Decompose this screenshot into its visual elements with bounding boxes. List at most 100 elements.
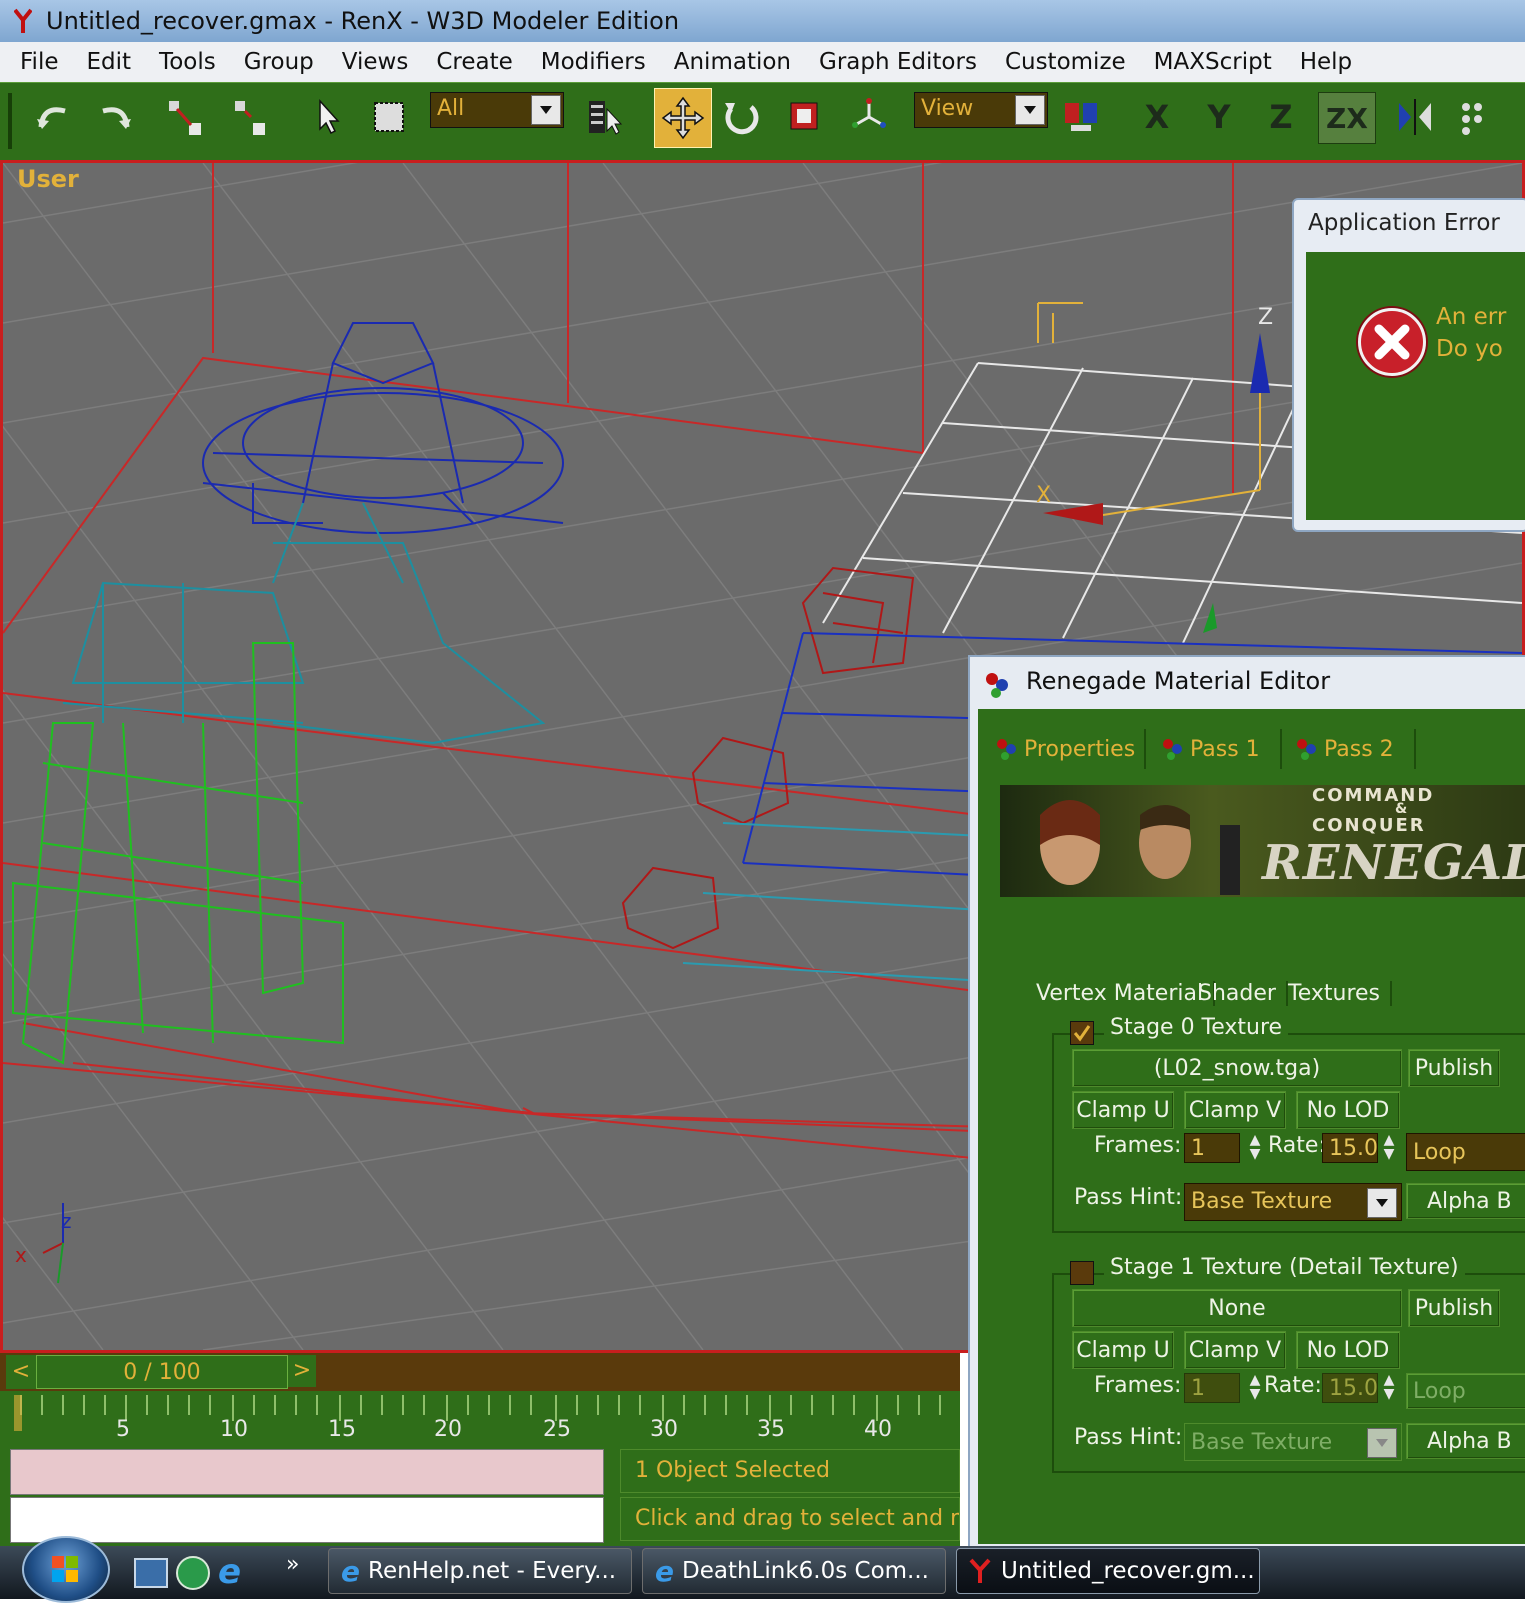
select-and-move-button[interactable]	[654, 88, 712, 148]
restrict-z-button[interactable]: Z	[1258, 92, 1304, 142]
menu-tools[interactable]: Tools	[145, 42, 230, 82]
stage1-pass-hint-dropdown[interactable]: Base Texture	[1184, 1423, 1402, 1461]
ie-quicklaunch-icon[interactable]: e	[218, 1552, 254, 1592]
tick-label-10: 10	[220, 1417, 248, 1442]
stage1-frames-field[interactable]: 1	[1184, 1373, 1240, 1403]
menu-help[interactable]: Help	[1286, 42, 1366, 82]
chevron-down-icon	[1367, 1188, 1397, 1218]
stage0-frames-field[interactable]: 1	[1184, 1133, 1240, 1163]
taskbar-item-renx-label: Untitled_recover.gm...	[1001, 1558, 1255, 1584]
time-slider-bar: < 0 / 100 >	[0, 1353, 960, 1391]
browser-quicklaunch-icon[interactable]	[176, 1556, 210, 1590]
stage1-rate-spinner[interactable]: ▲ ▼	[1382, 1373, 1396, 1403]
material-icon	[1163, 739, 1182, 760]
stage0-alpha-button[interactable]: Alpha B	[1406, 1183, 1525, 1219]
taskbar-item-renx[interactable]: Untitled_recover.gm...	[956, 1548, 1260, 1594]
taskbar-item-deathlink[interactable]: e DeathLink6.0s Com...	[642, 1548, 946, 1594]
error-icon	[1358, 308, 1426, 376]
maxscript-listener-white[interactable]	[10, 1497, 604, 1543]
tripod-x-label: x	[15, 1243, 27, 1267]
select-and-rotate-button[interactable]	[718, 92, 764, 142]
menu-edit[interactable]: Edit	[73, 42, 146, 82]
menu-animation[interactable]: Animation	[660, 42, 805, 82]
status-panel: 1 Object Selected Click and drag to sele…	[0, 1443, 960, 1550]
time-slider-thumb[interactable]: 0 / 100	[36, 1355, 288, 1389]
restrict-plane-button[interactable]: ZX	[1318, 92, 1376, 144]
tab-properties[interactable]: Properties	[994, 729, 1146, 769]
track-bar[interactable]: 5 10 15 20 25 30 35 40	[0, 1391, 960, 1443]
stage0-no-lod-button[interactable]: No LOD	[1296, 1091, 1400, 1129]
stage0-clamp-u-button[interactable]: Clamp U	[1072, 1091, 1174, 1129]
stage0-rate-spinner[interactable]: ▲ ▼	[1382, 1133, 1396, 1163]
undo-icon	[37, 107, 66, 129]
stage0-frames-spinner[interactable]: ▲ ▼	[1248, 1133, 1262, 1163]
time-slider-next-button[interactable]: >	[288, 1355, 316, 1387]
pivot-center-button[interactable]	[1058, 92, 1104, 142]
redo-button[interactable]	[92, 92, 138, 142]
stage0-pass-hint-dropdown[interactable]: Base Texture	[1184, 1183, 1402, 1221]
time-slider-prev-button[interactable]: <	[6, 1355, 36, 1389]
array-button[interactable]	[1456, 92, 1496, 142]
menu-views[interactable]: Views	[328, 42, 423, 82]
stage0-clamp-v-button[interactable]: Clamp V	[1184, 1091, 1286, 1129]
mirror-button[interactable]	[1392, 92, 1438, 142]
stage0-loop-dropdown[interactable]: Loop	[1406, 1133, 1525, 1171]
start-button[interactable]	[22, 1536, 110, 1603]
tab-pass-2-label: Pass 2	[1324, 736, 1394, 762]
select-and-link-button[interactable]	[162, 92, 208, 142]
stage0-checkbox[interactable]	[1070, 1021, 1094, 1045]
stage1-texture-button[interactable]: None	[1072, 1289, 1402, 1327]
select-object-button[interactable]	[304, 92, 350, 142]
tick-label-25: 25	[543, 1417, 571, 1442]
stage0-publish-button[interactable]: Publish	[1408, 1049, 1500, 1087]
menu-file[interactable]: File	[6, 42, 73, 82]
undo-button[interactable]	[30, 92, 76, 142]
maxscript-listener-pink[interactable]	[10, 1449, 604, 1495]
stage1-no-lod-button[interactable]: No LOD	[1296, 1331, 1400, 1369]
region-select-button[interactable]	[366, 92, 412, 142]
selection-filter-value: All	[437, 96, 465, 121]
select-by-name-button[interactable]	[582, 92, 628, 142]
selection-filter-dropdown[interactable]: All	[430, 92, 564, 128]
stage1-clamp-u-button[interactable]: Clamp U	[1072, 1331, 1174, 1369]
stage1-checkbox[interactable]	[1070, 1261, 1094, 1285]
reference-coordinate-dropdown[interactable]: View	[914, 92, 1048, 128]
tab-shader[interactable]: Shader	[1198, 981, 1288, 1006]
restrict-x-button[interactable]: X	[1134, 92, 1180, 142]
stage1-pass-hint-value: Base Texture	[1191, 1430, 1333, 1455]
menu-graph-editors[interactable]: Graph Editors	[805, 42, 991, 82]
menu-group[interactable]: Group	[230, 42, 328, 82]
transform-gizmo-button[interactable]	[846, 92, 892, 142]
menu-create[interactable]: Create	[422, 42, 526, 82]
chevron-down-icon	[1367, 1428, 1397, 1458]
redo-icon	[102, 107, 131, 129]
stage1-alpha-button[interactable]: Alpha B	[1406, 1423, 1525, 1459]
select-and-scale-button[interactable]	[782, 92, 828, 142]
tab-textures[interactable]: Textures	[1288, 981, 1392, 1006]
stage1-rate-field[interactable]: 15.0	[1322, 1373, 1378, 1403]
menu-modifiers[interactable]: Modifiers	[527, 42, 660, 82]
menu-bar: File Edit Tools Group Views Create Modif…	[0, 42, 1525, 82]
stage0-texture-button[interactable]: (L02_snow.tga)	[1072, 1049, 1402, 1087]
stage0-rate-field[interactable]: 15.0	[1322, 1133, 1378, 1163]
viewport-label[interactable]: User	[17, 165, 79, 193]
stage1-frames-spinner[interactable]: ▲ ▼	[1248, 1373, 1262, 1403]
tab-pass-1[interactable]: Pass 1	[1160, 729, 1282, 769]
stage1-publish-button[interactable]: Publish	[1408, 1289, 1500, 1327]
move-arrows-icon	[661, 96, 705, 140]
taskbar-item-renhelp[interactable]: e RenHelp.net - Every...	[328, 1548, 632, 1594]
stage1-title: Stage 1 Texture (Detail Texture)	[1104, 1255, 1465, 1280]
quicklaunch-overflow[interactable]: »	[286, 1552, 299, 1577]
menu-customize[interactable]: Customize	[991, 42, 1140, 82]
tab-pass-2[interactable]: Pass 2	[1294, 729, 1416, 769]
tab-vertex-material[interactable]: Vertex Material	[1036, 981, 1216, 1006]
checkmark-icon	[1073, 1025, 1091, 1042]
stage0-frames-label: Frames:	[1094, 1133, 1182, 1158]
stage1-loop-dropdown[interactable]: Loop	[1406, 1373, 1525, 1409]
unlink-button[interactable]	[226, 92, 272, 142]
menu-maxscript[interactable]: MAXScript	[1140, 42, 1286, 82]
tick-label-40: 40	[864, 1417, 892, 1442]
show-desktop-icon[interactable]	[134, 1558, 168, 1588]
stage1-clamp-v-button[interactable]: Clamp V	[1184, 1331, 1286, 1369]
restrict-y-button[interactable]: Y	[1196, 92, 1242, 142]
